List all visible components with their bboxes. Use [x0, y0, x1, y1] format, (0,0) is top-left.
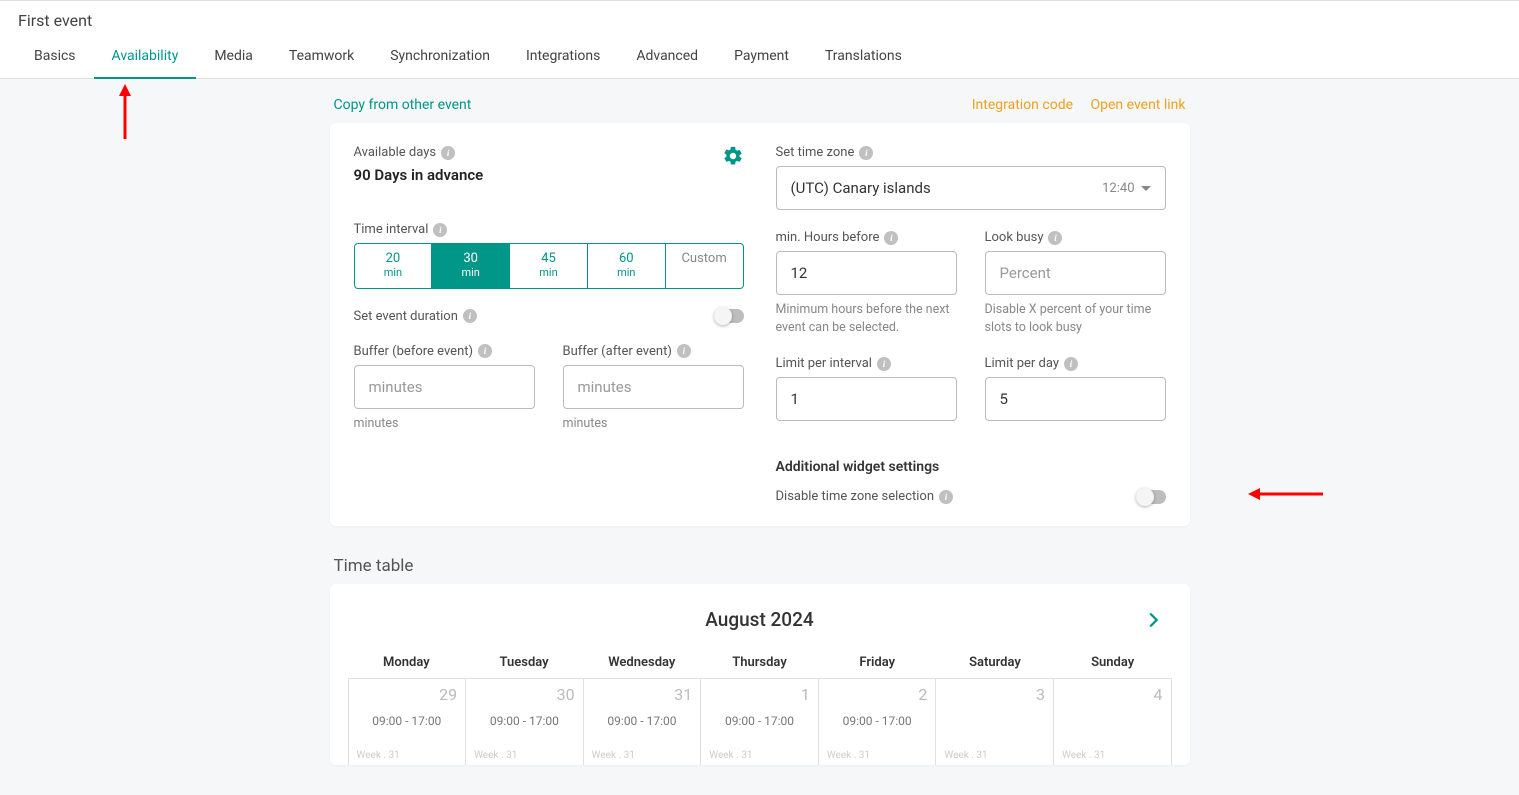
dow-monday: Monday — [348, 649, 466, 678]
action-links: Copy from other event Integration code O… — [330, 97, 1190, 113]
day-cell[interactable]: 1 09:00 - 17:00 Week . 31 — [701, 679, 819, 765]
chevron-right-icon[interactable] — [1142, 609, 1164, 631]
tab-teamwork[interactable]: Teamwork — [271, 36, 372, 78]
buffer-after-input[interactable] — [563, 365, 744, 409]
info-icon[interactable]: i — [939, 490, 953, 504]
interval-60[interactable]: 60min — [588, 244, 666, 288]
day-cell[interactable]: 29 09:00 - 17:00 Week . 31 — [349, 679, 467, 765]
left-column: Available days i 90 Days in advance Time… — [354, 145, 744, 504]
look-busy-label: Look busy i — [985, 230, 1166, 245]
dow-friday: Friday — [818, 649, 936, 678]
tab-synchronization[interactable]: Synchronization — [372, 36, 508, 78]
disable-timezone-label: Disable time zone selection i — [776, 489, 954, 504]
min-hours-input[interactable] — [776, 251, 957, 295]
calendar-row: 29 09:00 - 17:00 Week . 31 30 09:00 - 17… — [348, 678, 1172, 765]
limit-interval-input[interactable] — [776, 377, 957, 421]
set-event-duration-toggle[interactable] — [714, 309, 744, 323]
tab-translations[interactable]: Translations — [807, 36, 920, 78]
annotation-arrow-tab — [110, 84, 140, 144]
tab-availability[interactable]: Availability — [94, 36, 197, 78]
tab-integrations[interactable]: Integrations — [508, 36, 618, 78]
interval-30[interactable]: 30min — [432, 244, 510, 288]
info-icon[interactable]: i — [884, 231, 898, 245]
day-cell[interactable]: 31 09:00 - 17:00 Week . 31 — [584, 679, 702, 765]
look-busy-hint: Disable X percent of your time slots to … — [985, 301, 1166, 336]
open-event-link[interactable]: Open event link — [1091, 97, 1186, 113]
dow-header: Monday Tuesday Wednesday Thursday Friday… — [348, 649, 1172, 678]
timetable-heading: Time table — [334, 556, 1190, 576]
tab-payment[interactable]: Payment — [716, 36, 807, 78]
gear-icon[interactable] — [722, 145, 744, 167]
buffer-before-label: Buffer (before event) i — [354, 344, 535, 359]
buffer-after-hint: minutes — [563, 415, 744, 433]
dow-tuesday: Tuesday — [465, 649, 583, 678]
annotation-arrow-toggle — [1248, 484, 1328, 504]
interval-45[interactable]: 45min — [510, 244, 588, 288]
min-hours-hint: Minimum hours before the next event can … — [776, 301, 957, 336]
additional-settings-heading: Additional widget settings — [776, 459, 1166, 475]
content: Copy from other event Integration code O… — [310, 79, 1210, 795]
tab-advanced[interactable]: Advanced — [618, 36, 716, 78]
buffer-after-label: Buffer (after event) i — [563, 344, 744, 359]
tabs: Basics Availability Media Teamwork Synch… — [16, 36, 1503, 78]
tab-media[interactable]: Media — [196, 36, 271, 78]
timezone-clock: 12:40 — [1102, 181, 1134, 196]
limit-day-input[interactable] — [985, 377, 1166, 421]
header: First event Basics Availability Media Te… — [0, 0, 1519, 79]
settings-card: Available days i 90 Days in advance Time… — [330, 123, 1190, 526]
timezone-value: (UTC) Canary islands — [791, 179, 931, 197]
info-icon[interactable]: i — [441, 146, 455, 160]
chevron-down-icon — [1141, 186, 1151, 191]
info-icon[interactable]: i — [677, 344, 691, 358]
timezone-label: Set time zone i — [776, 145, 1166, 160]
disable-timezone-toggle[interactable] — [1136, 490, 1166, 504]
info-icon[interactable]: i — [1048, 231, 1062, 245]
calendar-month: August 2024 — [378, 608, 1142, 631]
info-icon[interactable]: i — [859, 146, 873, 160]
interval-20[interactable]: 20min — [355, 244, 433, 288]
timetable-card: August 2024 Monday Tuesday Wednesday Thu… — [330, 584, 1190, 765]
right-column: Set time zone i (UTC) Canary islands 12:… — [776, 145, 1166, 504]
day-cell[interactable]: 3 Week . 31 — [936, 679, 1054, 765]
integration-code-link[interactable]: Integration code — [972, 97, 1073, 113]
info-icon[interactable]: i — [463, 309, 477, 323]
buffer-before-hint: minutes — [354, 415, 535, 433]
limit-day-label: Limit per day i — [985, 356, 1166, 371]
time-interval-segmented: 20min 30min 45min 60min Custom — [354, 243, 744, 289]
dow-thursday: Thursday — [701, 649, 819, 678]
buffer-before-input[interactable] — [354, 365, 535, 409]
info-icon[interactable]: i — [478, 344, 492, 358]
dow-sunday: Sunday — [1054, 649, 1172, 678]
info-icon[interactable]: i — [877, 357, 891, 371]
tab-basics[interactable]: Basics — [16, 36, 94, 78]
limit-interval-label: Limit per interval i — [776, 356, 957, 371]
interval-custom[interactable]: Custom — [666, 244, 743, 288]
time-interval-label: Time interval i — [354, 222, 744, 237]
available-days-value: 90 Days in advance — [354, 166, 484, 184]
copy-from-event-link[interactable]: Copy from other event — [334, 97, 472, 113]
dow-saturday: Saturday — [936, 649, 1054, 678]
day-cell[interactable]: 4 Week . 31 — [1054, 679, 1172, 765]
info-icon[interactable]: i — [433, 223, 447, 237]
timezone-select[interactable]: (UTC) Canary islands 12:40 — [776, 166, 1166, 210]
min-hours-label: min. Hours before i — [776, 230, 957, 245]
page-title: First event — [16, 1, 1503, 36]
look-busy-input[interactable] — [985, 251, 1166, 295]
day-cell[interactable]: 30 09:00 - 17:00 Week . 31 — [466, 679, 584, 765]
right-links: Integration code Open event link — [958, 97, 1186, 113]
available-days-label: Available days i — [354, 145, 484, 160]
dow-wednesday: Wednesday — [583, 649, 701, 678]
info-icon[interactable]: i — [1064, 357, 1078, 371]
day-cell[interactable]: 2 09:00 - 17:00 Week . 31 — [819, 679, 937, 765]
set-event-duration-label: Set event duration i — [354, 309, 477, 324]
